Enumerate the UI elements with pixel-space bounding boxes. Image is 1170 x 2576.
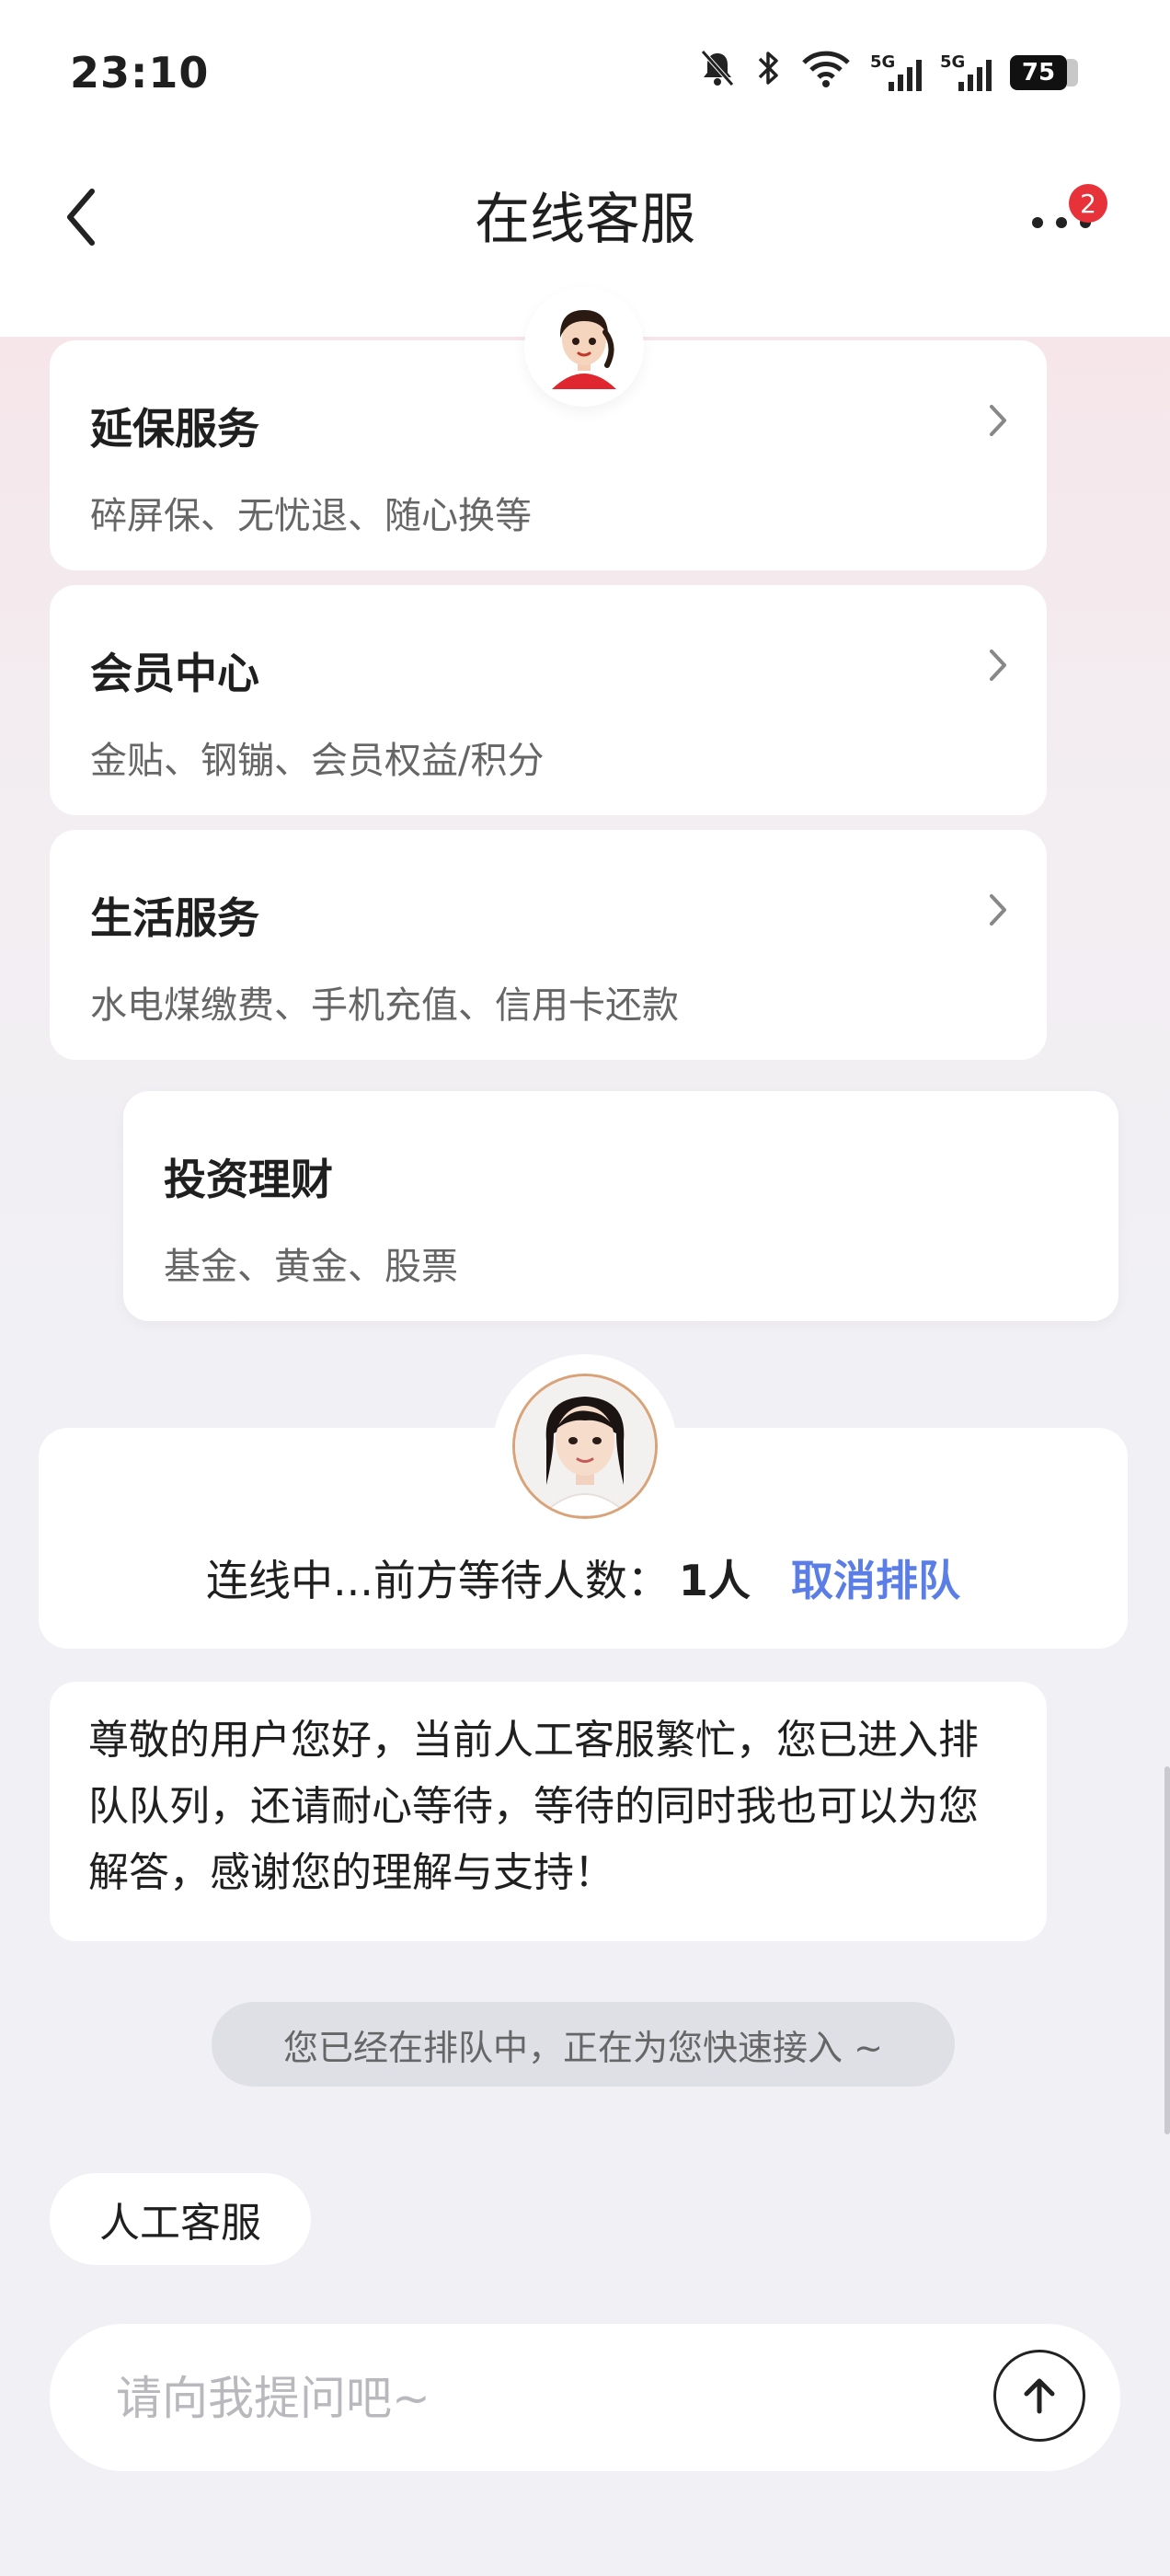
- mute-bell-icon: [699, 48, 736, 97]
- chevron-right-icon: [990, 894, 1006, 926]
- notification-badge: 2: [1069, 184, 1107, 223]
- cellular-signal-icon: 5G: [870, 52, 922, 93]
- status-time: 23:10: [70, 48, 210, 98]
- page-title: 在线客服: [475, 188, 695, 252]
- more-options-button[interactable]: 2: [1032, 184, 1107, 258]
- queue-status-text: 连线中...前方等待人数：: [206, 1556, 670, 1605]
- menu-card-life-services[interactable]: 生活服务 水电煤缴费、手机充值、信用卡还款: [50, 830, 1047, 1060]
- menu-card-title: 会员中心: [90, 649, 259, 698]
- agent-avatar-frame: [493, 1354, 677, 1538]
- chevron-right-icon: [990, 650, 1006, 681]
- menu-card-subtitle: 水电煤缴费、手机充值、信用卡还款: [90, 984, 679, 1027]
- bot-avatar: [524, 287, 644, 407]
- queue-status-line: 连线中...前方等待人数： 1人 取消排队: [39, 1547, 1128, 1608]
- menu-card-title: 生活服务: [90, 893, 259, 943]
- chevron-right-icon: [990, 405, 1006, 436]
- battery-level: 75: [1010, 54, 1067, 90]
- bot-avatar-icon: [552, 310, 616, 389]
- status-bar: 23:10 5G 5G 75: [0, 0, 1170, 147]
- battery-icon: 75: [1010, 54, 1078, 90]
- wifi-icon: [800, 48, 852, 97]
- menu-card-investment[interactable]: 投资理财 基金、黄金、股票: [123, 1091, 1118, 1321]
- agent-portrait-icon: [515, 1376, 655, 1516]
- cancel-queue-button[interactable]: 取消排队: [791, 1556, 960, 1605]
- cellular-signal-icon-2: 5G: [940, 52, 992, 93]
- human-agent-chip[interactable]: 人工客服: [50, 2173, 311, 2265]
- menu-card-title: 投资理财: [164, 1155, 333, 1204]
- chat-input[interactable]: [114, 2361, 946, 2436]
- bot-message-text: 尊敬的用户您好，当前人工客服繁忙，您已进入排队队列，还请耐心等待，等待的同时我也…: [88, 1717, 979, 1896]
- chat-input-bar: [50, 2324, 1120, 2471]
- bot-message-bubble: 尊敬的用户您好，当前人工客服繁忙，您已进入排队队列，还请耐心等待，等待的同时我也…: [50, 1682, 1047, 1941]
- menu-card-member-center[interactable]: 会员中心 金贴、钢镚、会员权益/积分: [50, 585, 1047, 815]
- send-button[interactable]: [993, 2350, 1085, 2442]
- menu-card-title: 延保服务: [90, 404, 259, 454]
- menu-card-subtitle: 基金、黄金、股票: [164, 1246, 458, 1288]
- system-notice: 您已经在排队中，正在为您快速接入 ~: [212, 2002, 955, 2087]
- status-icons: 5G 5G 75: [699, 48, 1078, 97]
- bluetooth-icon: [754, 48, 782, 97]
- menu-card-subtitle: 碎屏保、无忧退、随心换等: [90, 495, 532, 537]
- agent-avatar: [512, 1374, 658, 1519]
- arrow-up-icon: [1024, 2378, 1055, 2414]
- queue-count: 1人: [678, 1556, 751, 1605]
- menu-card-subtitle: 金贴、钢镚、会员权益/积分: [90, 740, 545, 782]
- scrollbar[interactable]: [1164, 1766, 1170, 2134]
